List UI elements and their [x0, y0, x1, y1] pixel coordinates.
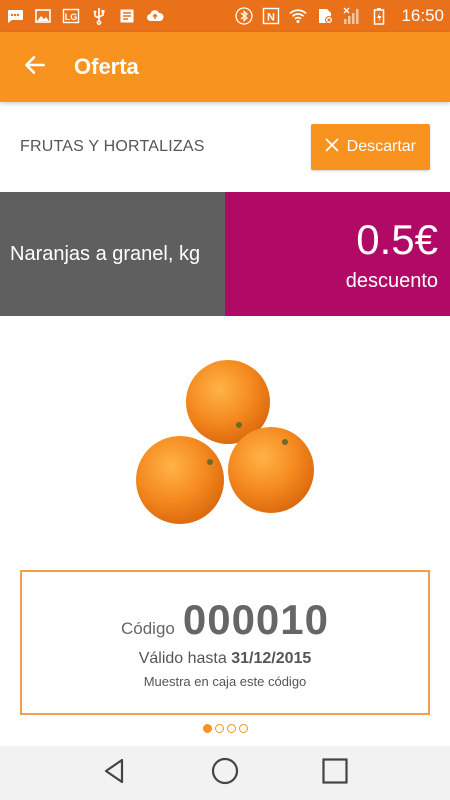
close-icon	[325, 138, 339, 157]
status-bar-right: N 16:50	[235, 6, 444, 26]
sim-icon	[316, 7, 334, 25]
page-dot-1[interactable]	[202, 724, 212, 733]
lg-icon: LG	[62, 7, 80, 25]
arrow-left-icon	[22, 52, 48, 83]
nfc-icon: N	[262, 7, 280, 25]
valid-date: 31/12/2015	[231, 650, 312, 667]
nav-recent-button[interactable]	[315, 753, 355, 793]
category-row: FRUTAS Y HORTALIZAS Descartar	[0, 102, 450, 192]
status-time: 16:50	[401, 6, 444, 25]
product-band: Naranjas a granel, kg 0.5€ descuento	[0, 192, 450, 316]
back-triangle-icon	[100, 756, 130, 791]
price-value: 0.5€	[356, 215, 438, 263]
code-line: Código 000010	[121, 596, 329, 644]
valid-line: Válido hasta 31/12/2015	[139, 650, 312, 668]
recent-square-icon	[320, 756, 350, 791]
image-icon	[34, 7, 52, 25]
valid-label: Válido hasta	[138, 650, 227, 667]
page-dot-4[interactable]	[238, 724, 248, 733]
battery-icon	[370, 7, 388, 25]
signal-icon	[343, 7, 361, 25]
code-label: Código	[120, 619, 175, 638]
discard-button[interactable]: Descartar	[310, 124, 430, 170]
page-title: Oferta	[74, 54, 139, 79]
product-image	[125, 350, 325, 530]
bluetooth-icon	[235, 7, 254, 25]
orange-right	[228, 427, 314, 513]
navigation-bar	[0, 746, 450, 800]
page-dot-3[interactable]	[226, 724, 236, 733]
nfc-icon-text: N	[267, 12, 275, 24]
orange-left	[136, 436, 224, 524]
discard-button-label: Descartar	[346, 138, 416, 155]
back-button[interactable]	[0, 32, 70, 102]
document-icon	[118, 7, 136, 25]
coupon-box: Código 000010 Válido hasta 31/12/2015 Mu…	[20, 570, 430, 715]
status-bar: LG N 16:50	[0, 0, 450, 32]
app-bar: Oferta	[0, 32, 450, 102]
product-name: Naranjas a granel, kg	[0, 192, 225, 316]
page-indicator	[0, 724, 450, 738]
code-value: 000010	[182, 596, 330, 643]
usb-icon	[90, 7, 108, 25]
coupon-note: Muestra en caja este código	[143, 674, 307, 689]
wifi-icon	[289, 7, 308, 25]
lg-icon-text: LG	[65, 12, 78, 22]
price-panel: 0.5€ descuento	[225, 192, 450, 316]
nav-home-button[interactable]	[205, 753, 245, 793]
message-icon	[6, 7, 24, 25]
home-circle-icon	[210, 756, 240, 791]
page-dot-2[interactable]	[214, 724, 224, 733]
status-bar-left: LG	[6, 7, 164, 25]
nav-back-button[interactable]	[95, 753, 135, 793]
category-label: FRUTAS Y HORTALIZAS	[20, 138, 205, 155]
cloud-upload-icon	[146, 7, 164, 25]
price-label: descuento	[345, 269, 438, 292]
